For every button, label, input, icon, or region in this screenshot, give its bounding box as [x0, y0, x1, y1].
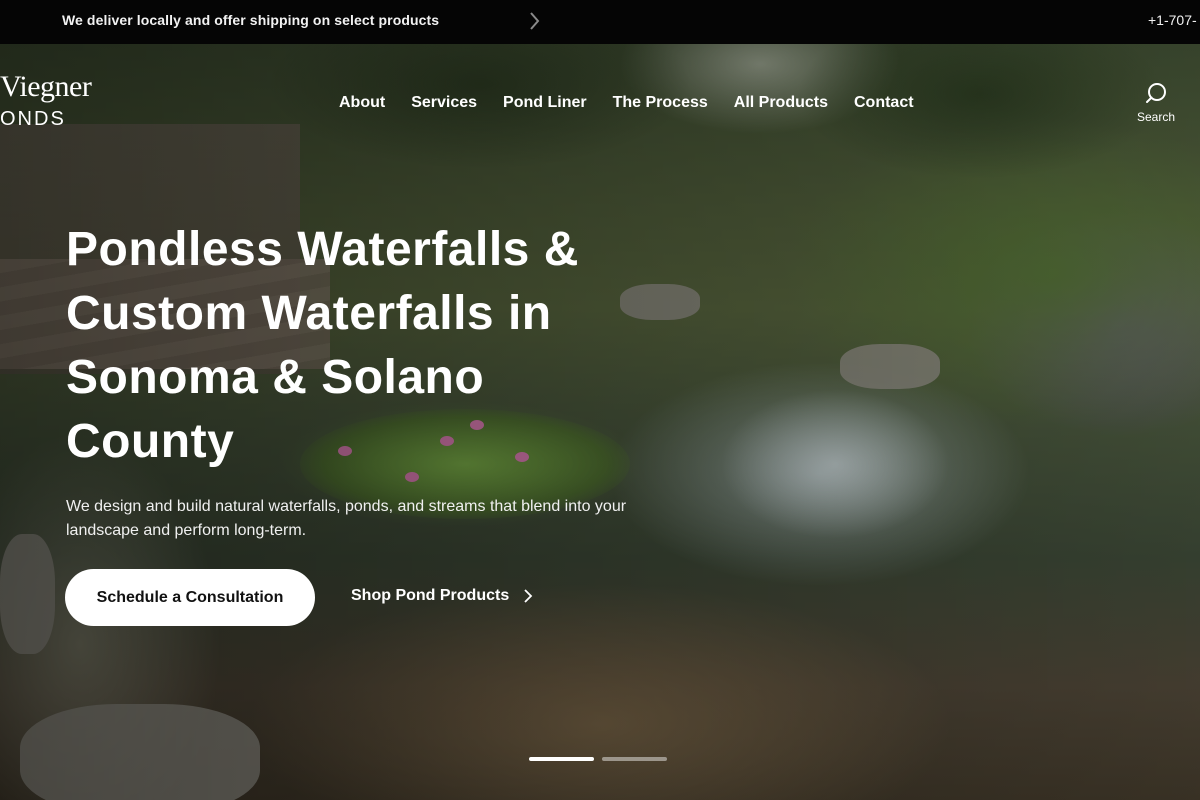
search-icon [1146, 83, 1166, 103]
schedule-consultation-button[interactable]: Schedule a Consultation [65, 569, 315, 626]
nav-item-all-products[interactable]: All Products [734, 94, 828, 112]
announcement-next-chevron-icon[interactable] [526, 10, 544, 32]
nav-item-about[interactable]: About [339, 94, 385, 112]
nav-item-services[interactable]: Services [411, 94, 477, 112]
announcement-message: We deliver locally and offer shipping on… [62, 12, 440, 28]
phone-number[interactable]: +1-707- [1148, 12, 1197, 28]
nav-item-pond-liner[interactable]: Pond Liner [503, 94, 587, 112]
nav-item-contact[interactable]: Contact [854, 94, 914, 112]
slide-indicator-2[interactable] [602, 757, 667, 761]
chevron-right-icon [524, 589, 533, 603]
main-nav: About Services Pond Liner The Process Al… [339, 94, 940, 112]
slider-pagination [529, 757, 667, 761]
nav-item-the-process[interactable]: The Process [613, 94, 708, 112]
logo-line-2: ONDS [0, 108, 66, 130]
shop-pond-products-link[interactable]: Shop Pond Products [351, 587, 533, 605]
announcement-bar: We deliver locally and offer shipping on… [0, 0, 1200, 44]
site-logo[interactable]: Viegner ONDS [0, 70, 92, 131]
search-button[interactable]: Search [1134, 82, 1178, 124]
slide-indicator-1[interactable] [529, 757, 594, 761]
hero-subtext: We design and build natural waterfalls, … [66, 498, 627, 539]
search-label: Search [1136, 110, 1176, 124]
shop-link-label: Shop Pond Products [351, 587, 510, 604]
logo-line-1: Viegner [0, 70, 92, 103]
hero-headline: Pondless Waterfalls & Custom Waterfalls … [66, 223, 579, 468]
